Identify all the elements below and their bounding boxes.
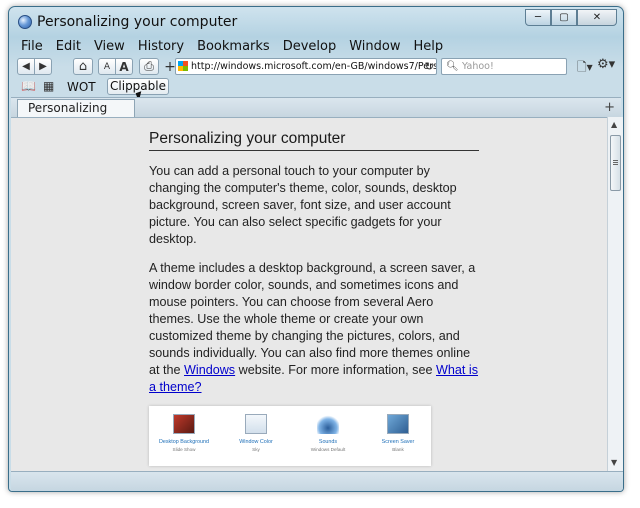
gallery-sublabel: Blank — [392, 447, 404, 452]
tab-personalizing[interactable]: Personalizing yo... — [17, 99, 135, 132]
close-button[interactable]: ✕ — [577, 9, 617, 26]
printer-icon: ⎙ — [144, 59, 154, 73]
personalization-gallery: Desktop Background Slide Show Window Col… — [149, 406, 431, 466]
reload-icon[interactable]: ↻ — [425, 59, 434, 74]
address-bar[interactable]: http://windows.microsoft.com/en-GB/windo… — [175, 58, 437, 75]
gear-icon[interactable]: ⚙▾ — [597, 57, 615, 72]
minimize-button[interactable]: ─ — [525, 9, 551, 26]
page-content: Personalizing your computer You can add … — [11, 117, 607, 471]
text-bigger-button[interactable]: A — [115, 58, 133, 75]
gallery-sublabel: Windows Default — [310, 447, 346, 452]
browser-app-icon — [18, 15, 32, 29]
menu-bar: File Edit View History Bookmarks Develop… — [15, 38, 617, 56]
grid-icon[interactable]: ▦ — [43, 79, 54, 93]
screen-saver-icon — [387, 414, 409, 434]
menu-view[interactable]: View — [88, 38, 132, 56]
print-button[interactable]: ⎙ — [139, 58, 159, 75]
gallery-item-desktop-background[interactable]: Desktop Background Slide Show — [149, 406, 219, 466]
menu-develop[interactable]: Develop — [277, 38, 344, 56]
status-bar — [11, 471, 623, 491]
navigation-toolbar: ◀ ▶ ⌂ A A ⎙ + http://windows.microsoft.c… — [17, 57, 617, 77]
windows-favicon-icon — [178, 61, 188, 71]
scroll-up-icon[interactable]: ▲ — [611, 120, 617, 129]
intro-paragraph: You can add a personal touch to your com… — [149, 164, 457, 246]
maximize-button[interactable]: ▢ — [551, 9, 577, 26]
back-arrow-icon: ◀ — [22, 61, 30, 72]
text-smaller-button[interactable]: A — [98, 58, 116, 75]
gallery-item-sounds[interactable]: Sounds Windows Default — [293, 406, 363, 466]
desktop-background-icon — [173, 414, 195, 434]
gallery-sublabel: Slide Show — [172, 447, 196, 452]
gallery-item-window-color[interactable]: Window Color Sky — [221, 406, 291, 466]
theme-paragraph: A theme includes a desktop background, a… — [149, 260, 479, 396]
search-input[interactable]: 🔍︎ Yahoo! — [441, 58, 567, 75]
menu-bookmarks[interactable]: Bookmarks — [191, 38, 277, 56]
scrollbar-thumb[interactable] — [610, 135, 621, 191]
menu-file[interactable]: File — [15, 38, 50, 56]
window-color-icon — [245, 414, 267, 434]
windows-link[interactable]: Windows — [184, 363, 235, 377]
gallery-label: Screen Saver — [381, 439, 415, 445]
scroll-down-icon[interactable]: ▼ — [611, 458, 617, 467]
window-title: Personalizing your computer — [37, 14, 238, 30]
home-icon: ⌂ — [78, 59, 88, 74]
menu-window[interactable]: Window — [343, 38, 407, 56]
search-icon: 🔍︎ — [446, 61, 459, 72]
vertical-scrollbar[interactable]: ▲ ▼ — [607, 117, 623, 471]
sounds-icon — [317, 414, 339, 434]
home-button[interactable]: ⌂ — [73, 58, 93, 75]
article: Personalizing your computer You can add … — [149, 118, 479, 396]
gallery-label: Window Color — [239, 439, 273, 445]
forward-arrow-icon: ▶ — [39, 61, 47, 72]
theme-text-middle: website. For more information, see — [235, 363, 436, 377]
gallery-sublabel: Sky — [252, 447, 260, 452]
menu-help[interactable]: Help — [408, 38, 451, 56]
wot-bookmark[interactable]: WOT — [67, 80, 96, 94]
page-heading: Personalizing your computer — [149, 130, 479, 151]
book-icon[interactable]: 📖 — [21, 79, 36, 93]
browser-window: Personalizing your computer ─ ▢ ✕ File E… — [8, 6, 624, 492]
bookmarks-bar: 📖 ▦ WOT Clippable — [17, 78, 617, 102]
new-tab-button[interactable]: + — [604, 100, 615, 115]
back-button[interactable]: ◀ — [17, 58, 35, 75]
forward-button[interactable]: ▶ — [34, 58, 52, 75]
menu-history[interactable]: History — [132, 38, 191, 56]
theme-text-start: A theme includes a desktop background, a… — [149, 261, 476, 377]
page-menu-icon[interactable]: 🗋▾ — [577, 58, 593, 79]
title-bar: Personalizing your computer ─ ▢ ✕ — [9, 7, 623, 37]
url-text: http://windows.microsoft.com/en-GB/windo… — [191, 61, 437, 72]
tab-bar: Personalizing yo... + — [11, 97, 621, 132]
gallery-item-screen-saver[interactable]: Screen Saver Blank — [363, 406, 433, 466]
gallery-label: Desktop Background — [158, 439, 210, 445]
menu-edit[interactable]: Edit — [50, 38, 88, 56]
search-placeholder: Yahoo! — [462, 61, 494, 72]
gallery-label: Sounds — [318, 439, 338, 445]
